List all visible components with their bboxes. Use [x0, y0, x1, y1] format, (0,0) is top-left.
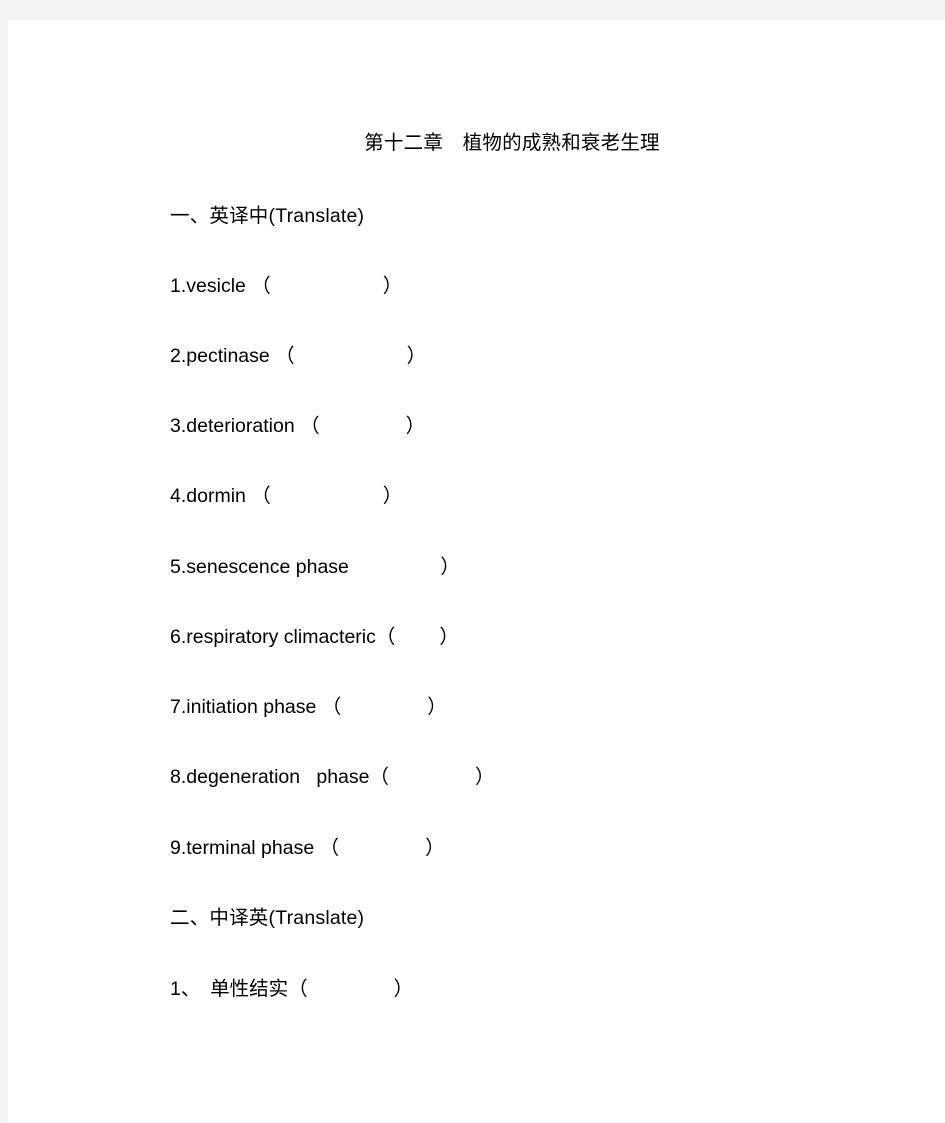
- close-paren: ）: [427, 696, 447, 718]
- item-text: 5.senescence phase: [170, 556, 355, 578]
- close-paren: ）: [382, 485, 403, 507]
- section-heading-2: 二、中译英(Translate): [170, 907, 365, 929]
- translate-item-4: 4.dormin （ ）: [170, 482, 402, 510]
- item-text: 1、 单性结实（: [170, 978, 308, 1000]
- document-page: 第十二章 植物的成熟和衰老生理 一、英译中(Translate) 1.vesic…: [8, 20, 945, 1123]
- item-text: 1.vesicle （: [170, 275, 271, 297]
- close-paren: ）: [425, 837, 445, 859]
- translate-item-3: 3.deterioration （ ）: [170, 412, 425, 440]
- translate-item-7: 7.initiation phase （ ）: [170, 693, 447, 721]
- page-title: 第十二章 植物的成熟和衰老生理: [364, 132, 660, 154]
- translate-item-8: 8.degeneration phase（ ）: [170, 763, 495, 791]
- item-text: 8.degeneration phase（: [170, 766, 389, 788]
- translate-cn-item-1: 1、 单性结实（ ）: [170, 975, 413, 1003]
- item-text: 6.respiratory climacteric（: [170, 626, 396, 648]
- translate-item-5: 5.senescence phase ）: [170, 553, 460, 581]
- translate-item-1: 1.vesicle （ ）: [170, 272, 402, 300]
- item-text: 4.dormin （: [170, 485, 271, 507]
- item-text: 7.initiation phase （: [170, 696, 342, 718]
- close-paren: ）: [393, 978, 414, 1000]
- item-text: 2.pectinase （: [170, 345, 295, 367]
- close-paren: ）: [439, 626, 459, 648]
- item-text: 9.terminal phase （: [170, 837, 340, 859]
- close-paren: ）: [405, 415, 426, 437]
- translate-item-6: 6.respiratory climacteric（ ）: [170, 623, 459, 651]
- close-paren: ）: [475, 766, 495, 788]
- section-heading-1: 一、英译中(Translate): [170, 205, 365, 227]
- translate-item-9: 9.terminal phase （ ）: [170, 834, 445, 862]
- close-paren: ）: [440, 556, 460, 578]
- translate-item-2: 2.pectinase （ ）: [170, 342, 426, 370]
- item-text: 3.deterioration （: [170, 415, 320, 437]
- close-paren: ）: [406, 345, 427, 367]
- close-paren: ）: [382, 275, 403, 297]
- document-content: 第十二章 植物的成熟和衰老生理 一、英译中(Translate) 1.vesic…: [162, 20, 922, 1123]
